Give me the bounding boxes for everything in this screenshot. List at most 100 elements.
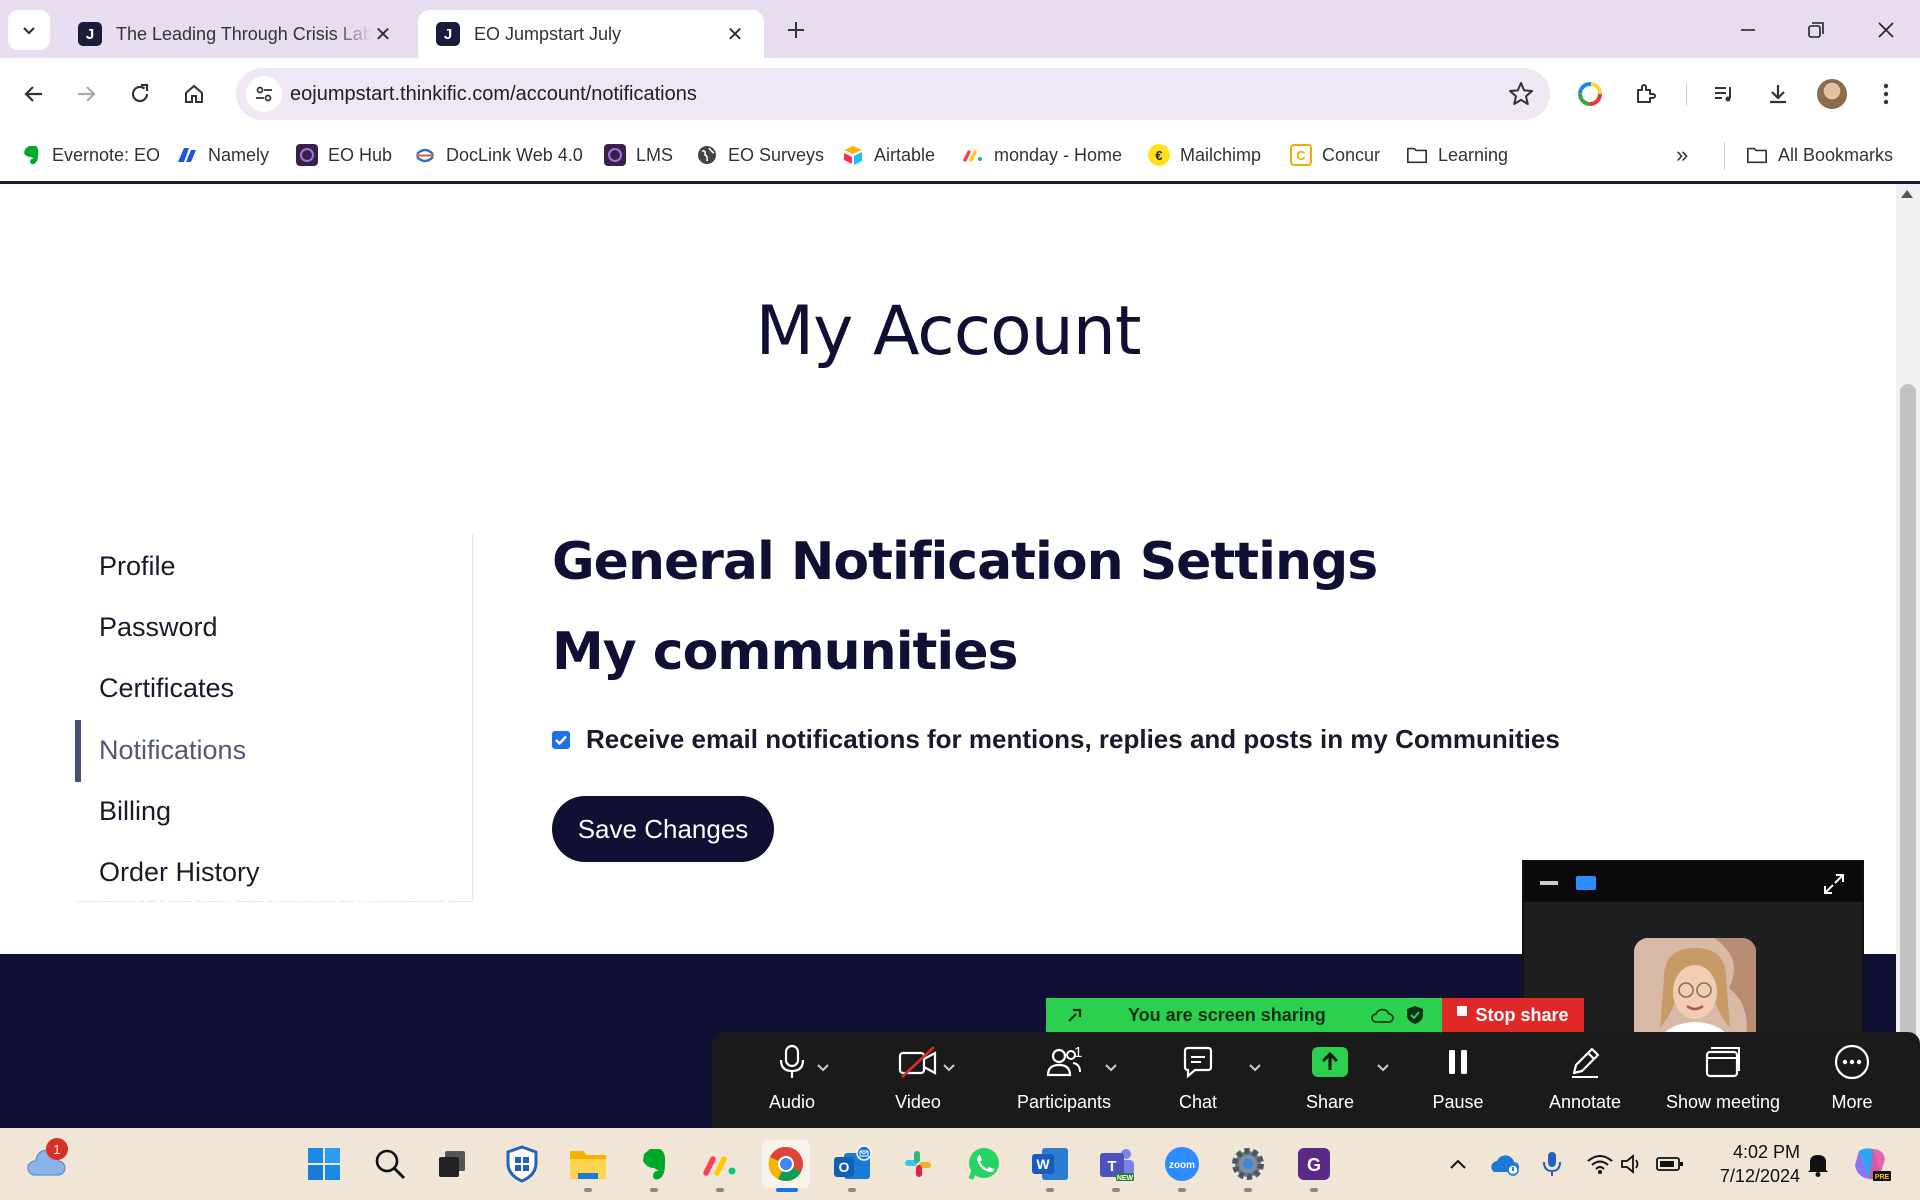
taskbar-chrome[interactable] [762, 1140, 810, 1192]
bookmark-monday[interactable]: monday - Home [962, 140, 1122, 170]
tab-search-button[interactable] [8, 10, 50, 50]
bookmark-airtable[interactable]: Airtable [842, 140, 935, 170]
extension-timer-icon[interactable] [1572, 76, 1608, 112]
show-hidden-icons-button[interactable] [1436, 1140, 1480, 1188]
tab-leading-through-crisis[interactable]: J The Leading Through Crisis Lab ✕ [60, 10, 412, 58]
task-view-button[interactable] [428, 1140, 476, 1188]
profile-avatar[interactable] [1814, 76, 1850, 112]
chevron-up-icon[interactable] [1104, 1060, 1118, 1074]
community-email-notifications-option[interactable]: Receive email notifications for mentions… [552, 724, 1560, 755]
forward-button[interactable] [66, 74, 106, 114]
bookmark-eo-hub[interactable]: EO Hub [296, 140, 392, 170]
all-bookmarks-folder[interactable]: All Bookmarks [1746, 140, 1893, 170]
microphone-tray[interactable] [1530, 1140, 1574, 1188]
home-button[interactable] [174, 74, 214, 114]
bookmark-lms[interactable]: LMS [604, 140, 673, 170]
clock-time: 4:02 PM [1732, 1142, 1800, 1162]
start-button[interactable] [300, 1140, 348, 1188]
scroll-up-arrow-icon[interactable] [1901, 190, 1913, 198]
weather-widget[interactable]: 1 [22, 1138, 70, 1188]
nav-profile[interactable]: Profile [99, 541, 459, 591]
bell-icon [1808, 1155, 1828, 1177]
address-bar[interactable]: eojumpstart.thinkific.com/account/notifi… [236, 68, 1550, 120]
system-clock[interactable]: 4:02 PM 7/12/2024 [1692, 1140, 1800, 1188]
scroll-thumb[interactable] [1900, 384, 1916, 1124]
more-bookmarks-button[interactable]: » [1676, 140, 1688, 170]
chevron-up-icon[interactable] [942, 1060, 956, 1074]
chat-icon [1183, 1046, 1213, 1079]
taskbar-evernote[interactable] [630, 1140, 678, 1192]
taskbar-whatsapp[interactable] [960, 1140, 1008, 1188]
tab-eo-jumpstart[interactable]: J EO Jumpstart July ✕ [418, 10, 764, 58]
nav-notifications[interactable]: Notifications [99, 725, 459, 775]
volume-tray[interactable] [1614, 1140, 1650, 1188]
taskbar-monday[interactable] [696, 1140, 744, 1192]
taskbar-security-app[interactable] [498, 1140, 546, 1188]
active-indicator [75, 720, 81, 782]
video-button[interactable]: Video [862, 1032, 974, 1128]
onedrive-tray[interactable] [1482, 1140, 1526, 1188]
expand-icon[interactable] [1822, 872, 1846, 896]
screen-sharing-banner[interactable]: You are screen sharing [1046, 998, 1442, 1032]
wifi-icon [1587, 1155, 1613, 1174]
minimize-button[interactable] [1726, 10, 1770, 50]
taskbar-gravit[interactable]: G [1290, 1140, 1338, 1192]
bookmark-doclink[interactable]: DocLink Web 4.0 [414, 140, 583, 170]
taskbar-teams[interactable]: T NEW [1092, 1140, 1140, 1192]
defender-shield-icon [506, 1145, 538, 1183]
close-icon[interactable]: ✕ [724, 23, 746, 46]
bookmark-star-icon[interactable] [1508, 81, 1534, 107]
bookmark-mailchimp[interactable]: € Mailchimp [1148, 140, 1261, 170]
downloads-icon[interactable] [1760, 76, 1796, 112]
globe-icon [696, 144, 718, 166]
new-tab-button[interactable] [780, 14, 812, 46]
minimize-icon[interactable] [1540, 880, 1558, 886]
nav-certificates[interactable]: Certificates [99, 663, 459, 713]
reload-button[interactable] [120, 74, 160, 114]
save-changes-button[interactable]: Save Changes [552, 796, 774, 862]
bookmark-eo-surveys[interactable]: EO Surveys [696, 140, 824, 170]
back-button[interactable] [14, 74, 54, 114]
pause-share-button[interactable]: Pause [1408, 1032, 1508, 1128]
chevron-up-icon[interactable] [1376, 1060, 1390, 1074]
taskbar-file-explorer[interactable] [564, 1140, 612, 1192]
taskbar-outlook[interactable]: O [828, 1140, 876, 1192]
notifications-button[interactable] [1796, 1140, 1840, 1188]
more-button[interactable]: More [1812, 1032, 1892, 1128]
taskbar-slack[interactable] [894, 1140, 942, 1188]
close-icon[interactable]: ✕ [372, 23, 394, 46]
audio-button[interactable]: Audio [736, 1032, 848, 1128]
annotate-button[interactable]: Annotate [1530, 1032, 1640, 1128]
browser-menu-button[interactable] [1868, 76, 1904, 112]
chevron-up-icon[interactable] [1248, 1060, 1262, 1074]
drag-handle-icon[interactable] [1066, 1006, 1084, 1024]
url-text[interactable]: eojumpstart.thinkific.com/account/notifi… [290, 83, 697, 106]
extensions-puzzle-icon[interactable] [1628, 76, 1664, 112]
show-meeting-button[interactable]: Show meeting [1656, 1032, 1790, 1128]
window-icon [1705, 1047, 1740, 1078]
nav-billing[interactable]: Billing [99, 786, 459, 836]
copilot-button[interactable]: PRE [1846, 1140, 1896, 1188]
stop-share-button[interactable]: Stop share [1442, 998, 1584, 1032]
taskbar-settings[interactable] [1224, 1140, 1272, 1192]
site-info-button[interactable] [246, 76, 282, 112]
bookmark-evernote[interactable]: Evernote: EO [20, 140, 160, 170]
media-queue-icon[interactable] [1706, 76, 1742, 112]
bookmark-namely[interactable]: Namely [176, 140, 269, 170]
single-view-icon[interactable] [1576, 876, 1596, 890]
bookmark-concur[interactable]: C Concur [1290, 140, 1380, 170]
close-window-button[interactable] [1864, 10, 1908, 50]
community-notifications-checkbox[interactable] [552, 730, 570, 749]
taskbar-zoom[interactable]: zoom [1158, 1140, 1206, 1192]
battery-tray[interactable] [1652, 1140, 1688, 1188]
search-button[interactable] [366, 1140, 414, 1188]
chevron-up-icon[interactable] [816, 1060, 830, 1074]
chat-button[interactable]: Chat [1148, 1032, 1248, 1128]
nav-password[interactable]: Password [99, 602, 459, 652]
restore-button[interactable] [1794, 10, 1838, 50]
bookmark-folder-learning[interactable]: Learning [1406, 140, 1508, 170]
taskbar-word[interactable]: W [1026, 1140, 1074, 1192]
participants-button[interactable]: Participants [994, 1032, 1134, 1128]
page-scrollbar[interactable] [1896, 184, 1920, 1128]
share-screen-button[interactable]: Share [1280, 1032, 1380, 1128]
